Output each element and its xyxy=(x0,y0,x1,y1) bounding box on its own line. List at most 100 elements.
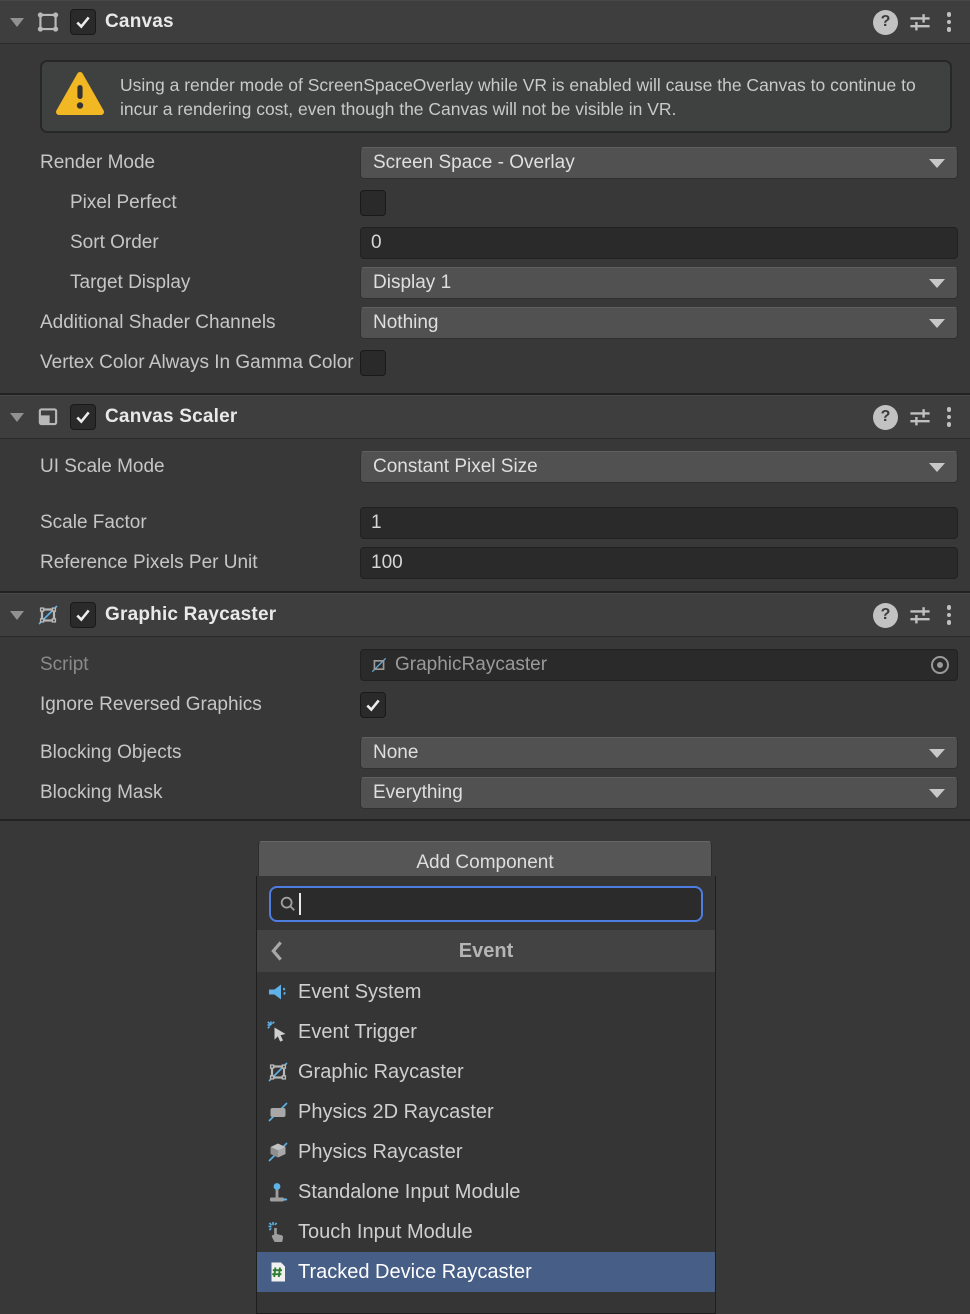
additional-shader-channels-label: Additional Shader Channels xyxy=(0,312,360,334)
additional-shader-channels-dropdown[interactable]: Nothing xyxy=(360,307,958,339)
dropdown-arrow-icon xyxy=(929,749,945,758)
canvas-scaler-header[interactable]: Canvas Scaler ? xyxy=(0,395,970,439)
check-icon xyxy=(75,14,91,30)
component-item-physics-2d-raycaster[interactable]: Physics 2D Raycaster xyxy=(257,1092,715,1132)
physics-raycaster-icon xyxy=(265,1139,291,1165)
component-item-touch-input-module[interactable]: Touch Input Module xyxy=(257,1212,715,1252)
dropdown-arrow-icon xyxy=(929,463,945,472)
check-icon xyxy=(75,409,91,425)
pixel-perfect-label: Pixel Perfect xyxy=(0,192,360,214)
dropdown-arrow-icon xyxy=(929,319,945,328)
script-object-field[interactable]: GraphicRaycaster xyxy=(360,649,958,681)
component-item-event-system[interactable]: Event System xyxy=(257,972,715,1012)
render-mode-row: Render Mode Screen Space - Overlay xyxy=(0,143,970,183)
canvas-enabled-checkbox[interactable] xyxy=(70,9,96,35)
scale-factor-label: Scale Factor xyxy=(0,512,360,534)
ignore-reversed-checkbox[interactable] xyxy=(360,692,386,718)
standalone-input-module-icon xyxy=(265,1179,291,1205)
canvas-component-header[interactable]: Canvas ? xyxy=(0,0,970,44)
blocking-mask-label: Blocking Mask xyxy=(0,782,360,804)
graphic-raycaster-title: Graphic Raycaster xyxy=(105,604,276,626)
component-item-physics-raycaster[interactable]: Physics Raycaster xyxy=(257,1132,715,1172)
canvas-scaler-component: Canvas Scaler ? UI Scale Mode Constant P… xyxy=(0,395,970,591)
blocking-objects-label: Blocking Objects xyxy=(0,742,360,764)
event-system-icon xyxy=(265,979,291,1005)
presets-icon[interactable] xyxy=(907,9,933,35)
scale-factor-input[interactable]: 1 xyxy=(360,507,958,539)
check-icon xyxy=(365,697,381,713)
vertex-color-checkbox[interactable] xyxy=(360,350,386,376)
component-item-graphic-raycaster[interactable]: Graphic Raycaster xyxy=(257,1052,715,1092)
physics-2d-raycaster-icon xyxy=(265,1099,291,1125)
render-mode-label: Render Mode xyxy=(0,152,360,174)
component-item-tracked-device-raycaster[interactable]: Tracked Device Raycaster xyxy=(257,1252,715,1292)
help-icon[interactable]: ? xyxy=(873,603,898,628)
ui-scale-mode-dropdown[interactable]: Constant Pixel Size xyxy=(360,451,958,483)
canvas-component: Canvas ? Using a render mode of ScreenSp… xyxy=(0,0,970,393)
warning-icon xyxy=(56,71,104,122)
target-display-label: Target Display xyxy=(0,272,360,294)
pixel-perfect-checkbox[interactable] xyxy=(360,190,386,216)
presets-icon[interactable] xyxy=(907,602,933,628)
component-item-standalone-input-module[interactable]: Standalone Input Module xyxy=(257,1172,715,1212)
blocking-mask-row: Blocking Mask Everything xyxy=(0,773,970,813)
render-mode-dropdown[interactable]: Screen Space - Overlay xyxy=(360,147,958,179)
target-display-row: Target Display Display 1 xyxy=(0,263,970,303)
sort-order-input[interactable]: 0 xyxy=(360,227,958,259)
component-group-title: Event xyxy=(257,940,715,963)
kebab-menu-icon[interactable] xyxy=(942,9,956,35)
tracked-device-raycaster-icon xyxy=(265,1259,291,1285)
sort-order-row: Sort Order 0 xyxy=(0,223,970,263)
sort-order-label: Sort Order xyxy=(0,232,360,254)
ignore-reversed-row: Ignore Reversed Graphics xyxy=(0,685,970,725)
canvas-scaler-icon xyxy=(35,404,61,430)
kebab-menu-icon[interactable] xyxy=(942,404,956,430)
text-caret xyxy=(299,893,301,915)
canvas-scaler-enabled-checkbox[interactable] xyxy=(70,404,96,430)
component-item-event-trigger[interactable]: Event Trigger xyxy=(257,1012,715,1052)
script-label: Script xyxy=(0,654,360,676)
script-row: Script GraphicRaycaster xyxy=(0,645,970,685)
canvas-component-title: Canvas xyxy=(105,11,174,33)
script-icon xyxy=(369,655,389,675)
graphic-raycaster-header[interactable]: Graphic Raycaster ? xyxy=(0,593,970,637)
object-picker-icon[interactable] xyxy=(931,656,949,674)
presets-icon[interactable] xyxy=(907,404,933,430)
check-icon xyxy=(75,607,91,623)
canvas-icon xyxy=(35,9,61,35)
canvas-scaler-title: Canvas Scaler xyxy=(105,406,238,428)
vertex-color-label: Vertex Color Always In Gamma Color Space xyxy=(0,352,360,374)
blocking-objects-dropdown[interactable]: None xyxy=(360,737,958,769)
kebab-menu-icon[interactable] xyxy=(942,602,956,628)
component-search-box[interactable] xyxy=(269,886,703,922)
search-icon xyxy=(279,895,297,913)
back-chevron-icon[interactable] xyxy=(269,930,285,972)
event-trigger-icon xyxy=(265,1019,291,1045)
dropdown-arrow-icon xyxy=(929,279,945,288)
touch-input-module-icon xyxy=(265,1219,291,1245)
pixel-perfect-row: Pixel Perfect xyxy=(0,183,970,223)
help-icon[interactable]: ? xyxy=(873,10,898,35)
graphic-raycaster-icon xyxy=(35,602,61,628)
target-display-dropdown[interactable]: Display 1 xyxy=(360,267,958,299)
add-component-popup: Event Event System Event Trigger Graphic… xyxy=(256,876,716,1314)
scale-factor-row: Scale Factor 1 xyxy=(0,503,970,543)
foldout-arrow-icon[interactable] xyxy=(10,18,24,27)
reference-pixels-label: Reference Pixels Per Unit xyxy=(0,552,360,574)
dropdown-arrow-icon xyxy=(929,789,945,798)
dropdown-arrow-icon xyxy=(929,159,945,168)
warning-box: Using a render mode of ScreenSpaceOverla… xyxy=(40,60,952,133)
graphic-raycaster-enabled-checkbox[interactable] xyxy=(70,602,96,628)
foldout-arrow-icon[interactable] xyxy=(10,413,24,422)
additional-shader-channels-row: Additional Shader Channels Nothing xyxy=(0,303,970,343)
foldout-arrow-icon[interactable] xyxy=(10,611,24,620)
blocking-mask-dropdown[interactable]: Everything xyxy=(360,777,958,809)
ui-scale-mode-label: UI Scale Mode xyxy=(0,456,360,478)
warning-text: Using a render mode of ScreenSpaceOverla… xyxy=(120,73,936,121)
help-icon[interactable]: ? xyxy=(873,405,898,430)
component-search-input[interactable] xyxy=(303,894,693,915)
blocking-objects-row: Blocking Objects None xyxy=(0,733,970,773)
reference-pixels-input[interactable]: 100 xyxy=(360,547,958,579)
graphic-raycaster-component: Graphic Raycaster ? Script GraphicRaycas… xyxy=(0,593,970,819)
graphic-raycaster-icon xyxy=(265,1059,291,1085)
